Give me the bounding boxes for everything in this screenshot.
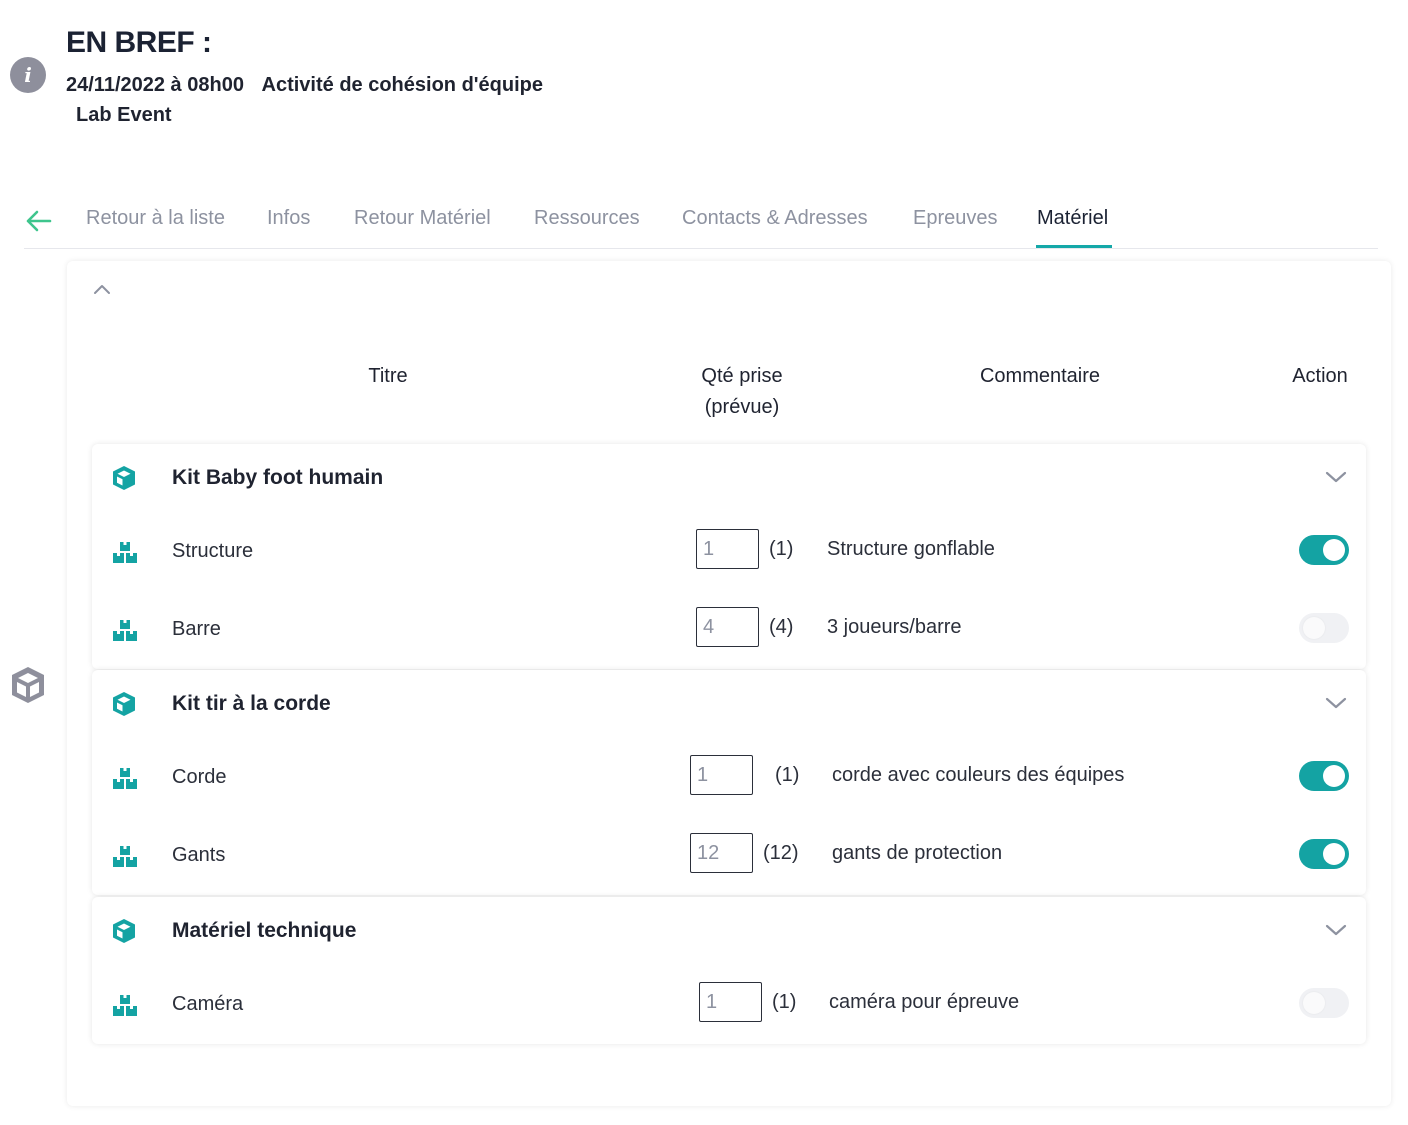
item-toggle[interactable] — [1299, 761, 1349, 791]
material-group: Kit Baby foot humain Structure (1) Struc… — [92, 444, 1366, 669]
planned-quantity: (1) — [772, 991, 797, 1013]
quantity-input[interactable] — [696, 607, 759, 647]
planned-quantity: (4) — [769, 616, 794, 638]
tab-bar: Retour à la liste Infos Retour Matériel … — [24, 198, 1378, 249]
item-comment: corde avec couleurs des équipes — [832, 764, 1125, 786]
tab-infos[interactable]: Infos — [267, 207, 310, 230]
planned-quantity: (1) — [769, 538, 794, 560]
arrow-left-icon[interactable] — [24, 206, 54, 236]
boxes-icon — [113, 768, 137, 789]
table-row: Caméra (1) caméra pour épreuve — [92, 969, 1366, 1045]
table-row: Gants (12) gants de protection — [92, 820, 1366, 896]
column-header-comment: Commentaire — [979, 365, 1101, 387]
tab-material[interactable]: Matériel — [1037, 207, 1108, 230]
tab-contacts-addresses[interactable]: Contacts & Adresses — [682, 207, 868, 230]
tab-resources[interactable]: Ressources — [534, 207, 640, 230]
cube-icon — [12, 667, 44, 703]
item-title: Structure — [172, 540, 254, 562]
quantity-input[interactable] — [690, 755, 753, 795]
item-title: Barre — [172, 618, 221, 640]
table-row: Corde (1) corde avec couleurs des équipe… — [92, 742, 1366, 818]
column-header-action: Action — [1292, 365, 1348, 387]
quantity-input[interactable] — [699, 982, 762, 1022]
group-title: Matériel technique — [172, 919, 357, 942]
boxes-icon — [113, 542, 137, 563]
item-toggle[interactable] — [1299, 535, 1349, 565]
cube-icon — [113, 919, 135, 943]
tab-events[interactable]: Epreuves — [913, 207, 998, 230]
column-header-quantity: Qté prise (prévue) — [701, 365, 783, 418]
boxes-icon — [113, 620, 137, 641]
chevron-down-icon[interactable] — [1324, 695, 1348, 711]
boxes-icon — [113, 846, 137, 867]
group-title: Kit tir à la corde — [172, 692, 331, 715]
brief-summary: 24/11/2022 à 08h00 Activité de cohésion … — [66, 74, 543, 97]
item-title: Caméra — [172, 993, 244, 1015]
item-comment: caméra pour épreuve — [829, 991, 1020, 1013]
info-icon: i — [10, 57, 46, 93]
cube-icon — [113, 692, 135, 716]
group-header[interactable]: Matériel technique — [92, 897, 1366, 967]
event-organizer: Lab Event — [76, 104, 172, 126]
material-group: Kit tir à la corde Corde (1) corde avec … — [92, 670, 1366, 895]
planned-quantity: (1) — [775, 764, 800, 786]
item-toggle[interactable] — [1299, 988, 1349, 1018]
table-row: Structure (1) Structure gonflable — [92, 516, 1366, 592]
active-tab-indicator — [1036, 245, 1112, 248]
item-comment: gants de protection — [832, 842, 1003, 864]
quantity-input[interactable] — [690, 833, 753, 873]
chevron-down-icon[interactable] — [1324, 922, 1348, 938]
chevron-down-icon[interactable] — [1324, 469, 1348, 485]
item-comment: Structure gonflable — [827, 538, 995, 560]
tab-material-return[interactable]: Retour Matériel — [354, 207, 491, 230]
item-toggle[interactable] — [1299, 839, 1349, 869]
group-header[interactable]: Kit tir à la corde — [92, 670, 1366, 740]
brief-title: EN BREF : — [66, 26, 212, 59]
item-title: Corde — [172, 766, 227, 788]
cube-icon — [113, 466, 135, 490]
item-comment: 3 joueurs/barre — [827, 616, 962, 638]
item-title: Gants — [172, 844, 226, 866]
tab-back-to-list[interactable]: Retour à la liste — [86, 207, 225, 230]
event-datetime: 24/11/2022 à 08h00 — [66, 74, 244, 96]
event-activity: Activité de cohésion d'équipe — [261, 74, 543, 96]
group-title: Kit Baby foot humain — [172, 466, 384, 489]
planned-quantity: (12) — [763, 842, 799, 864]
chevron-up-icon[interactable] — [92, 281, 112, 297]
material-card: Titre Qté prise (prévue) Commentaire Act… — [67, 261, 1391, 1106]
table-row: Barre (4) 3 joueurs/barre — [92, 594, 1366, 670]
material-group: Matériel technique Caméra (1) caméra pou… — [92, 897, 1366, 1044]
item-toggle[interactable] — [1299, 613, 1349, 643]
quantity-input[interactable] — [696, 529, 759, 569]
group-header[interactable]: Kit Baby foot humain — [92, 444, 1366, 514]
column-header-title: Titre — [368, 365, 408, 387]
boxes-icon — [113, 995, 137, 1016]
